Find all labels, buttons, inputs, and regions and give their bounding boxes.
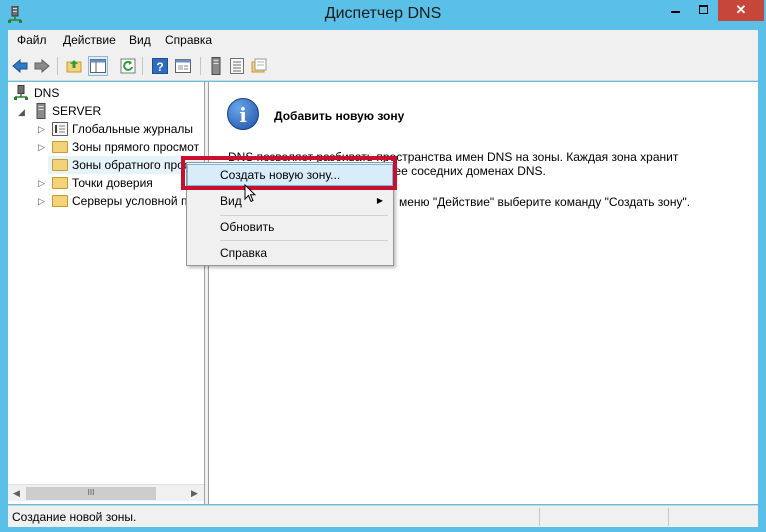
scroll-thumb[interactable]: III <box>26 487 156 500</box>
up-folder-icon <box>66 60 82 73</box>
minimize-button[interactable] <box>662 0 689 21</box>
menu-bar: Файл Действие Вид Справка <box>8 30 758 51</box>
log-icon <box>52 122 68 136</box>
status-divider <box>539 508 540 526</box>
highlight-annotation <box>181 156 397 190</box>
menu-item-view[interactable]: Вид ▶ <box>187 190 393 212</box>
minimize-icon <box>671 10 680 13</box>
expand-icon[interactable]: ▷ <box>38 138 45 156</box>
status-bar: Создание новой зоны. <box>8 505 758 527</box>
properties-button[interactable] <box>173 56 193 76</box>
tree-label: Глобальные журналы <box>72 122 194 136</box>
panel-text-line: олее соседних доменах DNS. <box>381 164 546 178</box>
tree-node-forward-zones[interactable]: ▷ Зоны прямого просмот <box>36 138 204 156</box>
close-button[interactable]: ✕ <box>718 0 764 21</box>
maximize-button[interactable] <box>690 0 716 21</box>
console-tree: DNS ◢ SERVER ▷ Глобальные журналы ▷ Зоны… <box>8 82 205 504</box>
expand-icon[interactable]: ▷ <box>38 192 45 210</box>
menu-item-refresh[interactable]: Обновить <box>187 216 393 238</box>
window-title: Диспетчер DNS <box>324 5 442 22</box>
panel-text-line: меню "Действие" выберите команду "Создат… <box>399 195 691 209</box>
tree-label: Точки доверия <box>72 176 153 190</box>
folder-view-button[interactable] <box>249 56 269 76</box>
menu-item-label: Справка <box>220 246 268 260</box>
back-icon <box>12 59 28 73</box>
server-icon <box>211 57 221 75</box>
horizontal-scrollbar[interactable]: ◀ III ▶ <box>8 484 204 501</box>
scroll-left-icon[interactable]: ◀ <box>8 485 25 502</box>
submenu-arrow-icon: ▶ <box>376 196 383 205</box>
tree-node-trust-points[interactable]: ▷ Точки доверия <box>36 174 204 192</box>
dns-icon <box>14 85 28 100</box>
panel-heading: Добавить новую зону <box>274 109 405 123</box>
list-icon <box>230 58 244 74</box>
toolbar-separator <box>57 57 58 75</box>
tree-label: Зоны обратного прос <box>72 158 190 172</box>
menu-action[interactable]: Действие <box>63 33 116 47</box>
title-bar: Диспетчер DNS ✕ <box>0 0 766 30</box>
tree-label: Зоны прямого просмот <box>72 140 200 154</box>
tree-node-conditional-forwarders[interactable]: ▷ Серверы условной п <box>36 192 204 210</box>
show-hide-tree-icon <box>90 59 106 73</box>
expand-icon[interactable]: ▷ <box>38 174 45 192</box>
server-button[interactable] <box>206 56 226 76</box>
help-button[interactable]: ? <box>150 56 170 76</box>
up-folder-button[interactable] <box>64 56 84 76</box>
mouse-cursor-icon <box>244 184 256 203</box>
menu-view[interactable]: Вид <box>129 33 151 47</box>
folder-icon <box>52 195 68 207</box>
toolbar: ? <box>8 51 758 81</box>
folder-icon <box>52 159 68 171</box>
back-button[interactable] <box>10 56 30 76</box>
tree-label-server: SERVER <box>52 104 102 118</box>
list-view-button[interactable] <box>227 56 247 76</box>
close-icon: ✕ <box>735 2 747 17</box>
tree-node-global-logs[interactable]: ▷ Глобальные журналы <box>36 120 204 138</box>
toolbar-separator <box>200 57 201 75</box>
collapse-icon[interactable]: ◢ <box>18 103 25 121</box>
forward-button[interactable] <box>32 56 52 76</box>
show-hide-tree-button[interactable] <box>88 56 108 76</box>
refresh-button[interactable] <box>118 56 138 76</box>
result-pane: i Добавить новую зону DNS позволяет разб… <box>208 82 758 504</box>
tree-label-dns: DNS <box>34 86 60 100</box>
menu-item-label: Вид <box>220 194 242 208</box>
tree-label: Серверы условной п <box>72 194 188 208</box>
folder-icon <box>52 141 68 153</box>
client-area: DNS ◢ SERVER ▷ Глобальные журналы ▷ Зоны… <box>8 82 758 504</box>
expand-icon[interactable]: ▷ <box>38 120 45 138</box>
folder-view-icon <box>251 58 267 73</box>
toolbar-separator <box>142 57 143 75</box>
scroll-right-icon[interactable]: ▶ <box>186 485 203 502</box>
refresh-icon <box>120 58 136 74</box>
forward-icon <box>34 59 50 73</box>
maximize-icon <box>698 4 708 14</box>
status-text: Создание новой зоны. <box>12 510 137 524</box>
status-divider <box>668 508 669 526</box>
folder-icon <box>52 177 68 189</box>
help-icon: ? <box>152 58 168 74</box>
menu-separator <box>220 240 388 241</box>
svg-text:?: ? <box>156 60 163 74</box>
server-icon <box>36 103 46 119</box>
info-icon: i <box>227 98 259 130</box>
menu-file[interactable]: Файл <box>17 33 47 47</box>
menu-help[interactable]: Справка <box>165 33 212 47</box>
menu-item-label: Обновить <box>220 220 275 234</box>
properties-icon <box>175 59 191 73</box>
menu-item-help[interactable]: Справка <box>187 242 393 264</box>
